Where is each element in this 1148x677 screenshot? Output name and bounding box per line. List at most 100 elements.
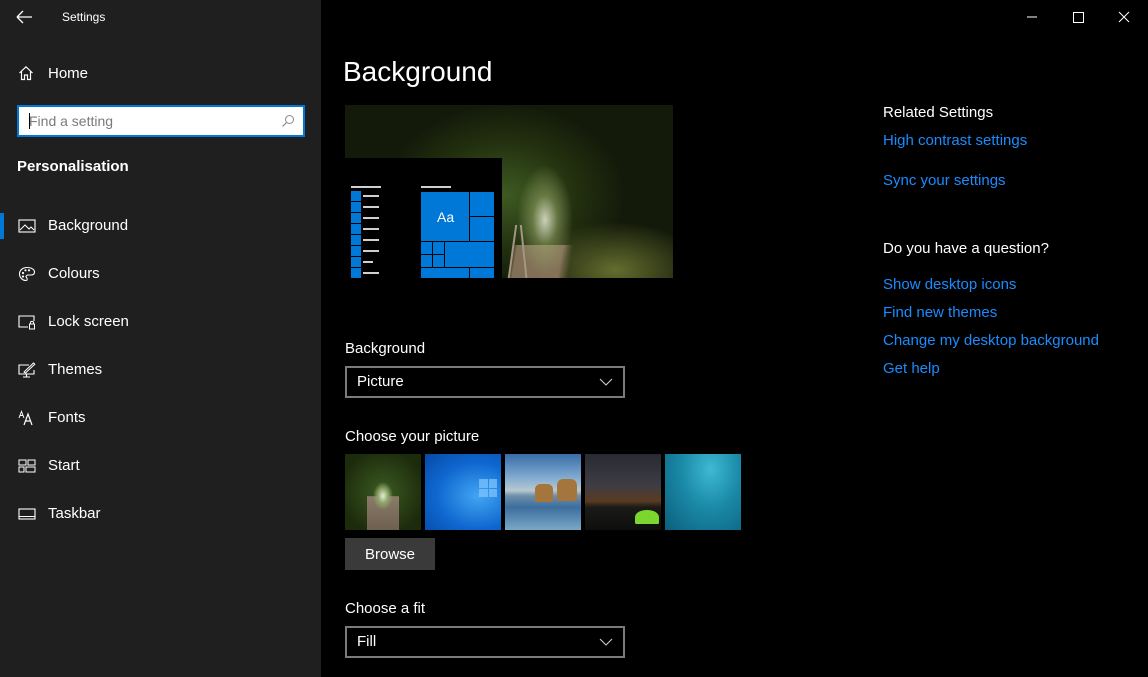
background-label: Background <box>345 340 426 357</box>
app-list-line <box>363 217 379 219</box>
app-list-line <box>363 195 379 197</box>
sidebar-item-label: Fonts <box>48 409 86 426</box>
start-menu-preview: Aa <box>345 158 502 278</box>
sidebar-item-label: Themes <box>48 361 103 378</box>
fonts-icon <box>18 410 33 426</box>
tile <box>421 242 432 254</box>
picture-thumbnail-2[interactable] <box>425 454 501 530</box>
chevron-down-icon <box>599 638 613 646</box>
app-list-icon <box>351 246 361 256</box>
tile <box>470 192 494 216</box>
app-title: Settings <box>62 10 106 24</box>
tile <box>421 268 469 278</box>
sidebar-item-label: Lock screen <box>48 313 129 330</box>
tile <box>433 255 444 267</box>
close-icon <box>1118 11 1130 23</box>
question-heading: Do you have a question? <box>883 240 1049 257</box>
sidebar-item-fonts[interactable]: Fonts <box>0 400 321 448</box>
sidebar: Settings Home Personalisation Background <box>0 0 321 677</box>
palette-icon <box>18 266 36 282</box>
app-list-icon <box>351 224 361 234</box>
tile <box>445 242 494 267</box>
maximize-button[interactable] <box>1055 0 1101 34</box>
sidebar-item-taskbar[interactable]: Taskbar <box>0 496 321 544</box>
title-bar: Settings <box>0 0 321 36</box>
app-list-line <box>363 272 379 274</box>
lock-screen-icon <box>18 315 35 330</box>
close-button[interactable] <box>1101 0 1147 34</box>
minimize-icon <box>1027 16 1037 18</box>
picture-thumbnail-4[interactable] <box>585 454 661 530</box>
app-list-line <box>363 206 379 208</box>
picture-thumbnail-1[interactable] <box>345 454 421 530</box>
search-icon[interactable] <box>281 114 295 128</box>
picture-icon <box>18 219 36 233</box>
app-list-line <box>363 261 373 263</box>
tile <box>433 242 444 254</box>
start-icon <box>18 459 36 473</box>
sidebar-item-start[interactable]: Start <box>0 448 321 496</box>
tile-text: Aa <box>437 209 455 225</box>
arrow-left-icon <box>16 10 32 24</box>
find-new-themes-link[interactable]: Find new themes <box>883 304 997 321</box>
minimize-button[interactable] <box>1009 0 1055 34</box>
background-type-dropdown[interactable]: Picture <box>345 366 625 398</box>
maximize-icon <box>1073 12 1084 23</box>
home-label: Home <box>48 65 89 82</box>
tile-large: Aa <box>421 192 469 241</box>
picture-thumbnail-5[interactable] <box>665 454 741 530</box>
home-link[interactable]: Home <box>0 58 321 90</box>
app-list-icon <box>351 257 361 267</box>
preview-rail <box>519 225 529 278</box>
sidebar-item-colours[interactable]: Colours <box>0 256 321 304</box>
picture-thumbnail-3[interactable] <box>505 454 581 530</box>
nav-list: Background Colours Lock screen Themes Fo… <box>0 208 321 544</box>
sidebar-item-lock-screen[interactable]: Lock screen <box>0 304 321 352</box>
sidebar-item-background[interactable]: Background <box>0 208 321 256</box>
windows-logo-icon <box>479 479 497 497</box>
page-title: Background <box>343 56 493 87</box>
rock-shape <box>557 479 577 501</box>
tile <box>421 255 432 267</box>
chevron-down-icon <box>599 378 613 386</box>
desktop-preview: Aa <box>345 105 673 278</box>
section-title: Personalisation <box>17 158 129 175</box>
fit-dropdown[interactable]: Fill <box>345 626 625 658</box>
show-desktop-icons-link[interactable]: Show desktop icons <box>883 276 1016 293</box>
search-box[interactable] <box>17 105 305 137</box>
sidebar-item-label: Taskbar <box>48 505 101 522</box>
app-list-line <box>363 250 379 252</box>
sync-settings-link[interactable]: Sync your settings <box>883 172 1006 189</box>
get-help-link[interactable]: Get help <box>883 360 940 377</box>
tile <box>470 217 494 241</box>
app-list-icon <box>351 213 361 223</box>
search-input[interactable] <box>29 111 274 131</box>
sidebar-item-label: Start <box>48 457 80 474</box>
list-header-bar <box>351 186 381 188</box>
taskbar-icon <box>18 508 36 520</box>
sidebar-item-themes[interactable]: Themes <box>0 352 321 400</box>
app-list-line <box>363 228 379 230</box>
dropdown-value: Fill <box>357 633 377 650</box>
choose-picture-label: Choose your picture <box>345 428 480 445</box>
dropdown-value: Picture <box>357 373 404 390</box>
related-settings-heading: Related Settings <box>883 104 994 121</box>
fit-label: Choose a fit <box>345 600 426 617</box>
main-content: Background Aa Background Picture Choose … <box>321 0 1148 677</box>
app-list-icon <box>351 191 361 201</box>
app-list-icon <box>351 268 361 278</box>
sidebar-item-label: Background <box>48 217 129 234</box>
app-list-icon <box>351 202 361 212</box>
tile <box>470 268 494 278</box>
preview-rail <box>506 225 518 278</box>
app-list-line <box>363 239 379 241</box>
sidebar-item-label: Colours <box>48 265 100 282</box>
change-desktop-background-link[interactable]: Change my desktop background <box>883 332 1099 349</box>
back-button[interactable] <box>14 7 36 27</box>
tent-shape <box>635 510 659 524</box>
high-contrast-link[interactable]: High contrast settings <box>883 132 1027 149</box>
tiles-header-bar <box>421 186 451 188</box>
rock-shape <box>535 484 553 502</box>
browse-button[interactable]: Browse <box>345 538 435 570</box>
text-caret <box>29 113 30 129</box>
